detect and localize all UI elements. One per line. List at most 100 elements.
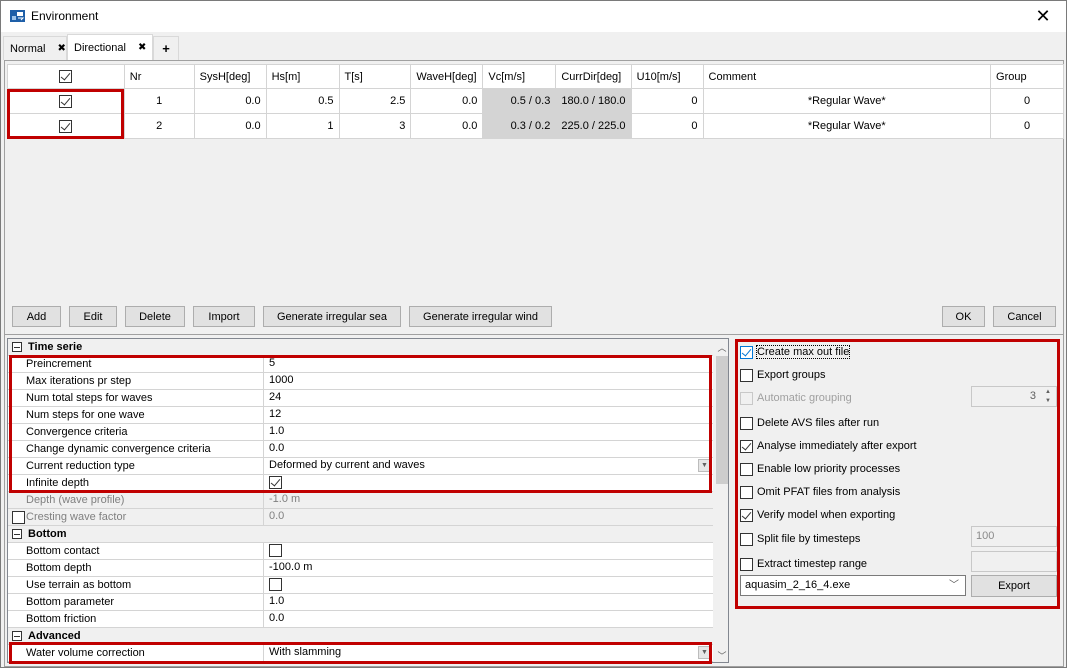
cell-t[interactable]: 2.5 — [338, 88, 412, 114]
cell-sysh[interactable]: 0.0 — [193, 113, 267, 139]
option-verify-model[interactable]: Verify model when exporting — [740, 507, 895, 523]
verify-model-checkbox[interactable] — [740, 508, 753, 522]
ok-button[interactable]: OK — [942, 306, 985, 327]
property-value[interactable]: 0.0 — [263, 441, 713, 457]
select-all-checkbox[interactable] — [59, 70, 73, 83]
cell-t[interactable]: 3 — [338, 113, 412, 139]
dropdown-arrow-icon[interactable]: ▼ — [698, 459, 711, 472]
property-use-terrain[interactable]: Use terrain as bottom — [8, 577, 713, 594]
use-terrain-checkbox[interactable] — [269, 578, 282, 592]
cell-comment[interactable]: *Regular Wave* — [702, 88, 992, 114]
property-infinite-depth[interactable]: Infinite depth — [8, 475, 713, 492]
category-bottom[interactable]: Bottom — [8, 526, 713, 543]
extract-range-checkbox[interactable] — [740, 557, 753, 571]
panel-splitter[interactable] — [5, 334, 1063, 335]
option-omit-pfat[interactable]: Omit PFAT files from analysis — [740, 484, 900, 500]
tab-directional[interactable]: Directional ✖ — [67, 34, 153, 60]
column-header[interactable]: T[s] — [338, 64, 412, 89]
delete-avs-checkbox[interactable] — [740, 416, 753, 430]
property-bottom-contact[interactable]: Bottom contact — [8, 543, 713, 560]
property-water-volume-correction[interactable]: Water volume correction With slamming ▼ — [8, 645, 713, 662]
cresting-wave-checkbox[interactable] — [12, 511, 25, 524]
column-header[interactable]: CurrDir[deg] — [555, 64, 632, 89]
scrollbar-thumb[interactable] — [716, 356, 728, 484]
cell-currdir[interactable]: 180.0 / 180.0 — [555, 88, 632, 114]
column-header[interactable]: Hs[m] — [265, 64, 340, 89]
add-tab-button[interactable]: + — [153, 36, 179, 60]
property-max-iterations[interactable]: Max iterations pr step 1000 — [8, 373, 713, 390]
column-header[interactable]: SysH[deg] — [193, 64, 267, 89]
column-header[interactable]: WaveH[deg] — [410, 64, 484, 89]
bottom-contact-checkbox[interactable] — [269, 544, 282, 558]
add-button[interactable]: Add — [12, 306, 61, 327]
property-bottom-depth[interactable]: Bottom depth -100.0 m — [8, 560, 713, 577]
collapse-icon[interactable] — [12, 342, 22, 352]
option-extract-timestep-range[interactable]: Extract timestep range — [740, 556, 867, 572]
low-priority-checkbox[interactable] — [740, 462, 753, 476]
cancel-button[interactable]: Cancel — [993, 306, 1056, 327]
property-value[interactable]: 24 — [263, 390, 713, 406]
property-value[interactable]: 5 — [263, 356, 713, 372]
property-change-dynamic-convergence[interactable]: Change dynamic convergence criteria 0.0 — [8, 441, 713, 458]
split-file-checkbox[interactable] — [740, 532, 753, 546]
table-row[interactable]: 1 0.0 0.5 2.5 0.0 0.5 / 0.3 180.0 / 180.… — [7, 88, 1064, 114]
tab-close-icon[interactable]: ✖ — [138, 42, 146, 53]
category-advanced[interactable]: Advanced — [8, 628, 713, 645]
generate-irregular-wind-button[interactable]: Generate irregular wind — [409, 306, 552, 327]
property-grid-scrollbar[interactable]: ︿ ﹀ — [714, 339, 728, 662]
property-bottom-parameter[interactable]: Bottom parameter 1.0 — [8, 594, 713, 611]
property-value[interactable]: 1000 — [263, 373, 713, 389]
option-low-priority[interactable]: Enable low priority processes — [740, 461, 900, 477]
delete-button[interactable]: Delete — [125, 306, 185, 327]
option-split-file[interactable]: Split file by timesteps — [740, 531, 860, 547]
cell-hs[interactable]: 1 — [265, 113, 340, 139]
option-create-max-out-file[interactable]: Create max out file — [740, 344, 851, 360]
export-button[interactable]: Export — [971, 575, 1057, 597]
cell-nr[interactable]: 2 — [123, 113, 195, 139]
collapse-icon[interactable] — [12, 529, 22, 539]
cell-waveh[interactable]: 0.0 — [410, 88, 484, 114]
property-dropdown[interactable]: Deformed by current and waves ▼ — [263, 458, 713, 474]
option-analyse-immediately[interactable]: Analyse immediately after export — [740, 438, 917, 454]
cell-nr[interactable]: 1 — [123, 88, 195, 114]
cell-hs[interactable]: 0.5 — [265, 88, 340, 114]
cell-group[interactable]: 0 — [990, 113, 1064, 139]
close-button[interactable]: ✕ — [1020, 1, 1066, 32]
import-button[interactable]: Import — [193, 306, 255, 327]
scroll-down-icon[interactable]: ﹀ — [714, 647, 728, 662]
property-preincrement[interactable]: Preincrement 5 — [8, 356, 713, 373]
executable-select[interactable]: aquasim_2_16_4.exe ﹀ — [740, 575, 966, 596]
column-header[interactable]: Vc[m/s] — [482, 64, 557, 89]
column-header[interactable]: U10[m/s] — [630, 64, 704, 89]
property-value[interactable] — [263, 543, 713, 559]
cell-waveh[interactable]: 0.0 — [410, 113, 484, 139]
table-row[interactable]: 2 0.0 1 3 0.0 0.3 / 0.2 225.0 / 225.0 0 … — [7, 113, 1064, 139]
property-dropdown[interactable]: With slamming ▼ — [263, 645, 713, 661]
row-select-cell[interactable] — [7, 88, 125, 114]
select-all-cell[interactable] — [7, 64, 125, 89]
cell-vc[interactable]: 0.5 / 0.3 — [482, 88, 557, 114]
cell-u10[interactable]: 0 — [630, 113, 704, 139]
property-value[interactable]: 1.0 — [263, 424, 713, 440]
property-convergence-criteria[interactable]: Convergence criteria 1.0 — [8, 424, 713, 441]
row-checkbox[interactable] — [59, 119, 73, 133]
generate-irregular-sea-button[interactable]: Generate irregular sea — [263, 306, 401, 327]
option-delete-avs-files[interactable]: Delete AVS files after run — [740, 415, 879, 431]
edit-button[interactable]: Edit — [69, 306, 117, 327]
property-num-total-steps[interactable]: Num total steps for waves 24 — [8, 390, 713, 407]
create-max-out-checkbox[interactable] — [740, 345, 753, 359]
property-bottom-friction[interactable]: Bottom friction 0.0 — [8, 611, 713, 628]
row-checkbox[interactable] — [59, 94, 73, 108]
tab-close-icon[interactable]: ✖ — [57, 43, 65, 54]
property-value[interactable]: 12 — [263, 407, 713, 423]
infinite-depth-checkbox[interactable] — [269, 476, 282, 490]
property-value[interactable] — [263, 475, 713, 491]
collapse-icon[interactable] — [12, 631, 22, 641]
property-value[interactable]: 1.0 — [263, 594, 713, 610]
category-time-serie[interactable]: Time serie — [8, 339, 713, 356]
dropdown-arrow-icon[interactable]: ▼ — [698, 646, 711, 659]
cell-u10[interactable]: 0 — [630, 88, 704, 114]
cell-group[interactable]: 0 — [990, 88, 1064, 114]
property-current-reduction-type[interactable]: Current reduction type Deformed by curre… — [8, 458, 713, 475]
tab-normal[interactable]: Normal ✖ — [3, 36, 67, 60]
